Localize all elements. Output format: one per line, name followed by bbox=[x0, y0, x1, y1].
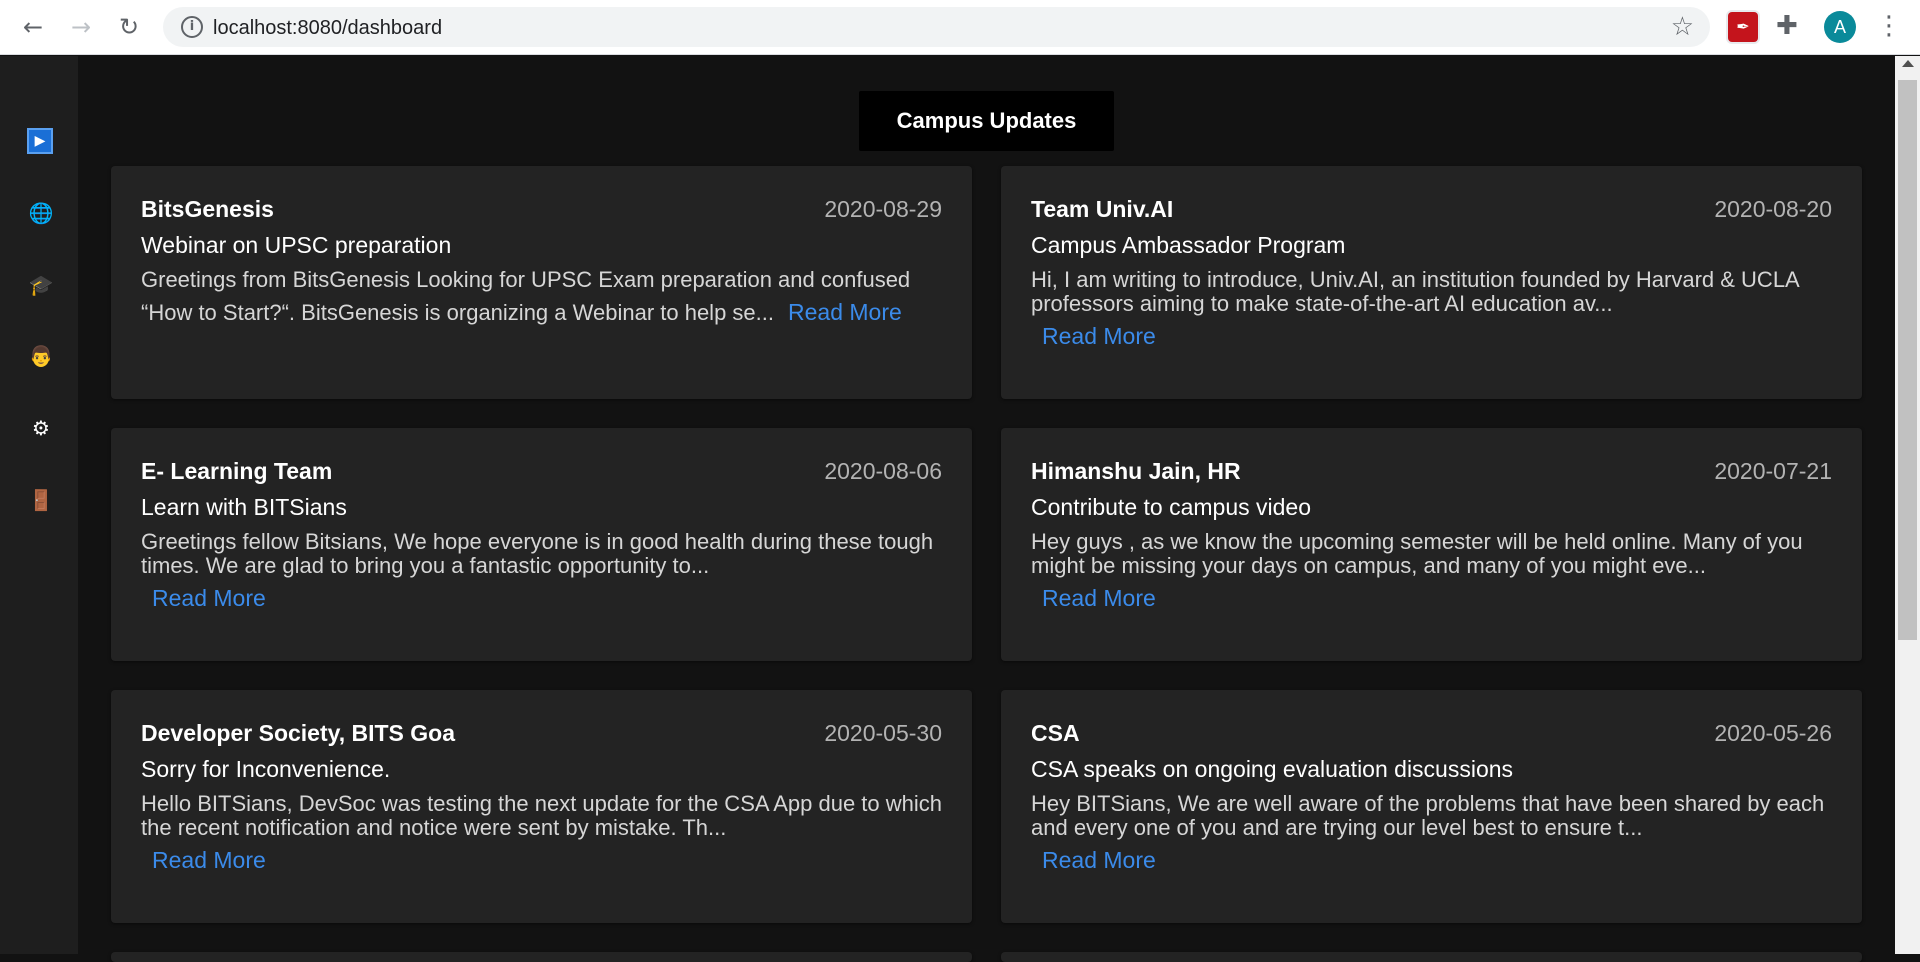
card-date: 2020-07-21 bbox=[1714, 458, 1832, 484]
update-card: Himanshu Jain, HR 2020-07-21 Contribute … bbox=[1001, 428, 1862, 661]
update-card: BitsGenesis 2020-08-29 Webinar on UPSC p… bbox=[111, 166, 972, 399]
read-more-link[interactable]: Read More bbox=[152, 586, 266, 610]
card-body: Hey guys , as we know the upcoming semes… bbox=[1031, 530, 1841, 611]
main-content: Campus Updates BitsGenesis 2020-08-29 We… bbox=[78, 56, 1895, 962]
card-body: Hello BITSians, DevSoc was testing the n… bbox=[141, 792, 951, 873]
card-body-text: Hey BITSians, We are well aware of the p… bbox=[1031, 791, 1825, 840]
card-date: 2020-08-29 bbox=[824, 196, 942, 222]
person-icon[interactable]: 👨 bbox=[27, 342, 55, 370]
card-subject: Campus Ambassador Program bbox=[1031, 232, 1346, 258]
page-title: Campus Updates bbox=[859, 91, 1114, 151]
card-body: Hey BITSians, We are well aware of the p… bbox=[1031, 792, 1841, 873]
pdf-extension-icon[interactable]: ✒ bbox=[1728, 12, 1758, 42]
address-bar[interactable]: i localhost:8080/dashboard ☆ bbox=[163, 7, 1710, 47]
read-more-link[interactable]: Read More bbox=[1042, 848, 1156, 872]
card-subject: Sorry for Inconvenience. bbox=[141, 756, 391, 782]
card-body-text: Greetings fellow Bitsians, We hope every… bbox=[141, 529, 934, 578]
scroll-thumb[interactable] bbox=[1898, 80, 1917, 640]
update-card: E- Learning Team 2020-08-06 Learn with B… bbox=[111, 428, 972, 661]
card-sender: Himanshu Jain, HR bbox=[1031, 458, 1241, 484]
card-sender: Team Univ.AI bbox=[1031, 196, 1174, 222]
card-body-text: Hey guys , as we know the upcoming semes… bbox=[1031, 529, 1803, 578]
browser-toolbar: ← → ↻ i localhost:8080/dashboard ☆ ✒ ✚ A… bbox=[0, 0, 1920, 55]
update-card: CSA 2020-05-26 CSA speaks on ongoing eva… bbox=[1001, 690, 1862, 923]
read-more-link[interactable]: Read More bbox=[1042, 324, 1156, 348]
browser-menu-icon[interactable]: ⋮ bbox=[1876, 8, 1902, 44]
extensions-puzzle-icon[interactable]: ✚ bbox=[1776, 11, 1798, 41]
bookmark-star-icon[interactable]: ☆ bbox=[1671, 12, 1694, 42]
card-subject: Contribute to campus video bbox=[1031, 494, 1311, 520]
scroll-up-arrow-icon[interactable] bbox=[1902, 60, 1914, 67]
site-info-icon[interactable]: i bbox=[181, 16, 203, 38]
read-more-link[interactable]: Read More bbox=[152, 848, 266, 872]
read-more-link[interactable]: Read More bbox=[788, 300, 902, 324]
card-date: 2020-05-26 bbox=[1714, 720, 1832, 746]
card-body: Greetings from BitsGenesis Looking for U… bbox=[141, 268, 951, 325]
update-card: Developer Society, BITS Goa 2020-05-30 S… bbox=[111, 690, 972, 923]
card-subject: CSA speaks on ongoing evaluation discuss… bbox=[1031, 756, 1514, 782]
card-sender: BitsGenesis bbox=[141, 196, 274, 222]
sidebar: ▶ 🌐 🎓 👨 ⚙ 🚪 bbox=[0, 56, 78, 954]
card-sender: CSA bbox=[1031, 720, 1080, 746]
play-icon[interactable]: ▶ bbox=[27, 128, 53, 154]
card-body-text: Hi, I am writing to introduce, Univ.AI, … bbox=[1031, 267, 1799, 316]
url-text[interactable]: localhost:8080/dashboard bbox=[213, 17, 442, 40]
card-subject: Learn with BITSians bbox=[141, 494, 347, 520]
gear-icon[interactable]: ⚙ bbox=[27, 414, 55, 442]
card-body-text: Hello BITSians, DevSoc was testing the n… bbox=[141, 791, 943, 840]
read-more-link[interactable]: Read More bbox=[1042, 586, 1156, 610]
forward-icon[interactable]: → bbox=[64, 10, 98, 44]
profile-avatar[interactable]: A bbox=[1824, 11, 1856, 43]
card-body: Greetings fellow Bitsians, We hope every… bbox=[141, 530, 951, 611]
card-date: 2020-05-30 bbox=[824, 720, 942, 746]
card-date: 2020-08-20 bbox=[1714, 196, 1832, 222]
card-date: 2020-08-06 bbox=[824, 458, 942, 484]
card-subject: Webinar on UPSC preparation bbox=[141, 232, 452, 258]
globe-icon[interactable]: 🌐 bbox=[27, 199, 55, 227]
card-sender: Developer Society, BITS Goa bbox=[141, 720, 456, 746]
update-card: Team Univ.AI 2020-08-20 Campus Ambassado… bbox=[1001, 166, 1862, 399]
door-icon[interactable]: 🚪 bbox=[27, 486, 55, 514]
back-icon[interactable]: ← bbox=[16, 10, 50, 44]
card-sender: E- Learning Team bbox=[141, 458, 333, 484]
card-body: Hi, I am writing to introduce, Univ.AI, … bbox=[1031, 268, 1841, 349]
reload-icon[interactable]: ↻ bbox=[112, 10, 146, 44]
page-scrollbar[interactable] bbox=[1895, 56, 1920, 954]
graduation-cap-icon[interactable]: 🎓 bbox=[27, 271, 55, 299]
